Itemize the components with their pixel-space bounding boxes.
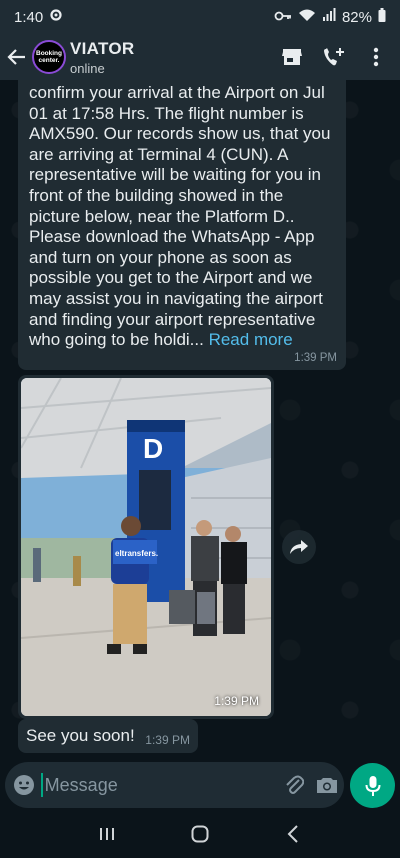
battery-level: 82% <box>341 8 372 26</box>
contact-status: online <box>70 60 105 76</box>
status-bar: 1:40 82% <box>0 0 400 34</box>
signal-icon <box>322 8 336 26</box>
image-message[interactable]: D eltransfers. 1:39 PM <box>18 375 274 719</box>
emoji-icon <box>13 775 34 795</box>
message-text: See you soon! <box>26 726 135 745</box>
wifi-icon <box>298 8 316 26</box>
message-bubble[interactable]: confirm your arrival at the Airport on J… <box>18 80 346 370</box>
mic-button[interactable] <box>350 763 395 808</box>
transfer-board-text: eltransfers. <box>115 549 158 558</box>
more-vertical-icon <box>373 47 379 67</box>
message-time: 1:39 PM <box>294 352 337 364</box>
photo[interactable]: D eltransfers. 1:39 PM <box>21 378 271 716</box>
system-nav-bar <box>0 810 400 858</box>
chat-area[interactable]: confirm your arrival at the Airport on J… <box>0 80 400 758</box>
airport-photo: D eltransfers. <box>21 378 271 716</box>
catalog-button[interactable] <box>274 37 310 77</box>
avatar-text: Booking center. <box>36 50 62 64</box>
mic-icon <box>365 775 380 796</box>
settings-gear-icon <box>49 8 63 26</box>
add-call-button[interactable] <box>316 37 352 77</box>
message-time: 1:39 PM <box>145 733 190 747</box>
back-nav-button[interactable] <box>273 814 313 854</box>
status-time: 1:40 <box>14 8 44 26</box>
battery-icon <box>378 8 386 26</box>
menu-button[interactable] <box>358 37 394 77</box>
add-call-icon <box>324 48 344 66</box>
forward-icon <box>290 540 308 554</box>
composer <box>0 760 400 810</box>
message-input[interactable] <box>40 773 277 797</box>
message-body: confirm your arrival at the Airport on J… <box>29 83 331 350</box>
message-bubble[interactable]: See you soon! 1:39 PM <box>18 719 198 753</box>
read-more-link[interactable]: Read more <box>209 330 293 349</box>
home-button[interactable] <box>180 814 220 854</box>
image-time: 1:39 PM <box>214 694 259 708</box>
contact-info[interactable]: VIATOR online <box>70 39 274 76</box>
key-icon <box>274 9 292 26</box>
avatar[interactable]: Booking center. <box>32 40 66 74</box>
forward-button[interactable] <box>282 530 316 564</box>
contact-name: VIATOR <box>70 38 135 58</box>
home-icon <box>191 825 209 843</box>
chevron-left-icon <box>287 825 299 843</box>
emoji-button[interactable] <box>7 762 41 808</box>
message-text: confirm your arrival at the Airport on J… <box>18 83 346 351</box>
attach-button[interactable] <box>277 762 311 808</box>
camera-button[interactable] <box>310 762 344 808</box>
composer-pill <box>5 762 344 808</box>
platform-sign-letter: D <box>143 433 163 464</box>
paperclip-icon <box>285 775 304 794</box>
camera-icon <box>317 778 338 793</box>
chat-header: Booking center. VIATOR online <box>0 34 400 80</box>
back-button[interactable] <box>2 34 32 80</box>
recent-apps-button[interactable] <box>87 814 127 854</box>
arrow-left-icon <box>7 49 25 65</box>
recent-apps-icon <box>99 828 114 840</box>
storefront-icon <box>282 49 302 65</box>
